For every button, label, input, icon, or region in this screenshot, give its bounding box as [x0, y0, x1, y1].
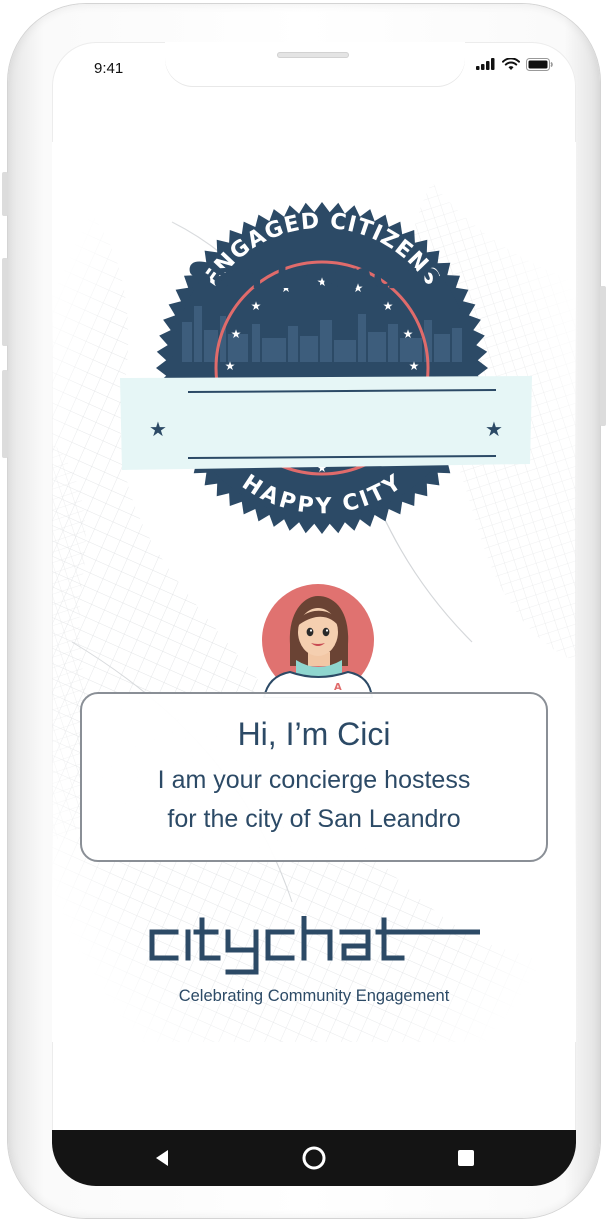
volume-down-button	[2, 370, 8, 458]
mute-switch	[2, 172, 8, 216]
wifi-icon	[502, 57, 520, 70]
intro-text: I am your concierge hostess for the city…	[82, 761, 546, 839]
status-time: 9:41	[94, 60, 124, 77]
speaker-grille	[277, 52, 349, 58]
intro-line-1: I am your concierge hostess	[157, 766, 471, 794]
status-icons	[476, 56, 554, 72]
back-icon	[156, 1150, 168, 1166]
engaged-citizens-badge: ★ ★ ★ ★ ★ ★ ★ ★ ★ ★ ★ ★ ★ ★ ENGAG	[112, 194, 532, 534]
home-icon	[302, 1146, 326, 1170]
phone-frame: 9:41 ★ ★ ★ ★ ★ ★ ★ ★ ★ ★ ENGAGED CITIZEN…	[2, 4, 606, 1218]
svg-text:★: ★	[409, 359, 420, 373]
intro-line-2: for the city of San Leandro	[167, 805, 461, 833]
svg-text:★: ★	[403, 327, 414, 341]
badge-title: San Leandro	[187, 256, 441, 297]
battery-icon	[526, 57, 553, 71]
cellular-signal-icon	[476, 58, 495, 70]
navigation-bar	[52, 1130, 576, 1186]
back-button[interactable]	[144, 1140, 180, 1176]
seal-graphic: ★ ★ ★ ★ ★ ★ ★ ★ ★ ★ ★ ★ ★ ★ ENGAG	[120, 202, 532, 534]
recents-button[interactable]	[448, 1140, 484, 1176]
recents-icon	[458, 1150, 474, 1166]
svg-text:★: ★	[149, 417, 167, 441]
svg-text:★: ★	[485, 417, 503, 441]
app-screen: 9:41 ★ ★ ★ ★ ★ ★ ★ ★ ★ ★ ENGAGED CITIZEN…	[52, 42, 576, 1186]
home-button[interactable]	[296, 1140, 332, 1176]
citychat-logo	[149, 916, 480, 975]
volume-up-button	[2, 258, 8, 346]
power-button	[600, 286, 606, 426]
intro-message-box: Hi, I’m Cici I am your concierge hostess…	[80, 692, 548, 862]
greeting-text: Hi, I’m Cici	[237, 716, 391, 752]
notch	[165, 42, 465, 86]
cici-avatar-icon: A	[262, 584, 374, 698]
brand-tagline: Celebrating Community Engagement	[178, 987, 450, 1005]
svg-text:★: ★	[231, 327, 242, 341]
svg-text:★: ★	[225, 359, 236, 373]
